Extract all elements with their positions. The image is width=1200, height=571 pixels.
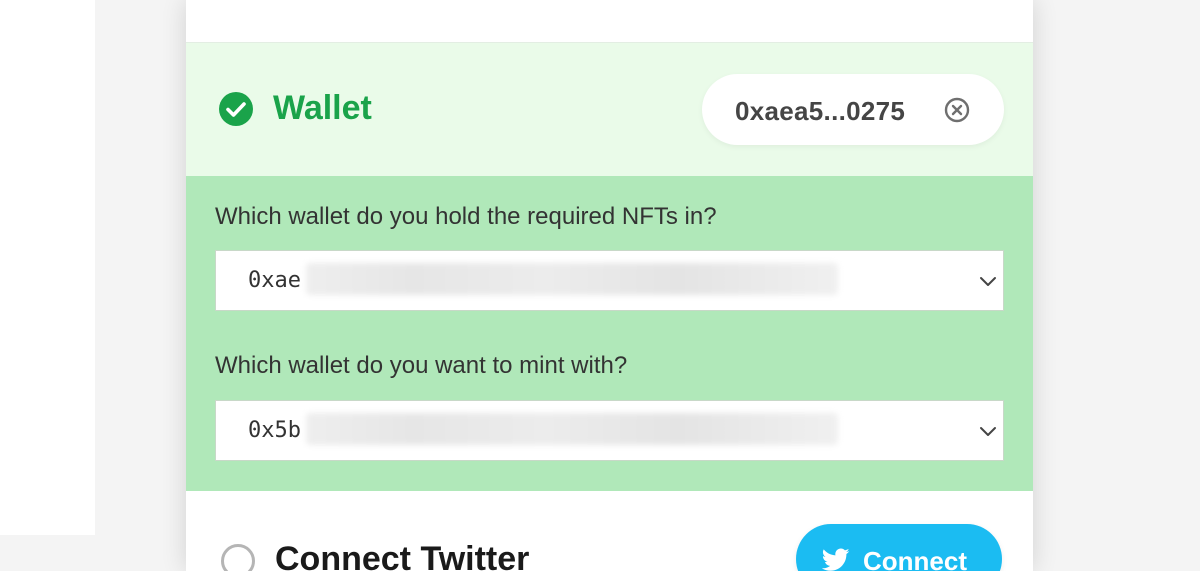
wallet-selection-form: Which wallet do you hold the required NF… bbox=[186, 176, 1033, 491]
mint-wallet-label: Which wallet do you want to mint with? bbox=[215, 352, 628, 379]
wallet-step-header: Wallet 0xaea5...0275 bbox=[186, 43, 1033, 176]
connected-address: 0xaea5...0275 bbox=[735, 96, 906, 126]
mint-wallet-select[interactable]: 0x5b bbox=[215, 400, 1004, 461]
check-circle-icon bbox=[219, 92, 253, 126]
card-top-section bbox=[186, 0, 1033, 43]
page-background bbox=[0, 0, 95, 535]
x-circle-icon[interactable] bbox=[943, 96, 971, 124]
radio-unchecked-icon[interactable] bbox=[221, 544, 255, 571]
hold-wallet-select-value: 0xae bbox=[248, 268, 301, 293]
connect-twitter-button[interactable]: Connect bbox=[796, 524, 1002, 571]
wallet-step-title: Wallet bbox=[273, 89, 372, 127]
mint-wallet-select-value: 0x5b bbox=[248, 418, 301, 443]
twitter-step-title: Connect Twitter bbox=[275, 540, 530, 571]
redacted-address bbox=[306, 263, 838, 295]
connected-address-pill: 0xaea5...0275 bbox=[702, 74, 1004, 145]
hold-wallet-select[interactable]: 0xae bbox=[215, 250, 1004, 311]
claim-card: Wallet 0xaea5...0275 Which wallet do you… bbox=[186, 0, 1033, 571]
twitter-step: Connect Twitter Connect bbox=[186, 491, 1033, 571]
connect-button-label: Connect bbox=[863, 546, 967, 571]
chevron-down-icon bbox=[980, 427, 996, 436]
page-background-edge bbox=[0, 535, 95, 571]
hold-wallet-label: Which wallet do you hold the required NF… bbox=[215, 203, 717, 230]
chevron-down-icon bbox=[980, 277, 996, 286]
twitter-bird-icon bbox=[822, 548, 850, 571]
redacted-address bbox=[306, 413, 838, 445]
